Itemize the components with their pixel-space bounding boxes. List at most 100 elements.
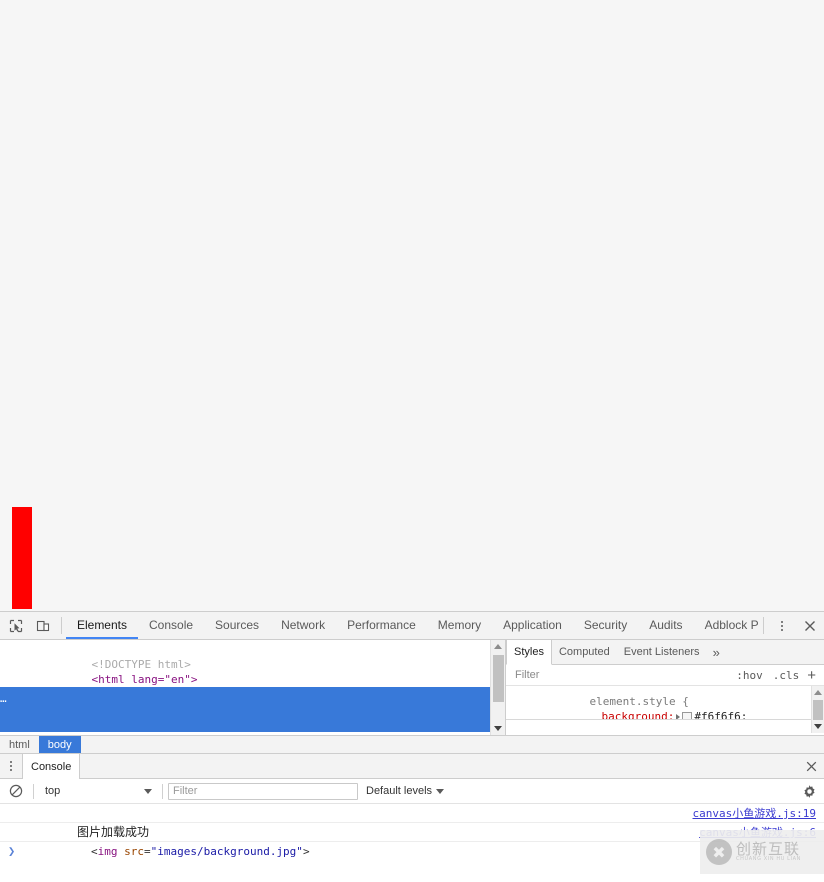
scrollbar-thumb[interactable]: [493, 655, 504, 702]
tab-security-label: Security: [583, 617, 628, 632]
console-prompt-caret-icon: ❯: [8, 844, 16, 858]
dom-line-doctype[interactable]: <!DOCTYPE html>: [0, 642, 505, 671]
breadcrumb-item-html[interactable]: html: [0, 736, 39, 753]
scroll-up-arrow-icon[interactable]: [494, 644, 502, 649]
elements-panel: <!DOCTYPE html> <html lang="en"> <head>……: [0, 640, 824, 735]
tab-application[interactable]: Application: [492, 612, 573, 639]
hov-toggle-button[interactable]: :hov: [731, 669, 768, 682]
kebab-menu-icon[interactable]: [768, 612, 796, 639]
tab-memory-label: Memory: [437, 617, 482, 632]
drawer-tab-bar: Console: [0, 754, 824, 779]
styles-filter-input[interactable]: [513, 668, 732, 682]
console-levels-select[interactable]: Default levels: [366, 785, 445, 797]
tab-sources-label: Sources: [215, 617, 260, 632]
tab-adblock-plus[interactable]: Adblock Plus: [694, 612, 759, 639]
tab-performance[interactable]: Performance: [336, 612, 427, 639]
tab-computed[interactable]: Computed: [552, 640, 617, 664]
cls-toggle-button[interactable]: .cls: [768, 669, 805, 682]
clear-console-icon[interactable]: [4, 784, 28, 798]
devtools-toolbar: Elements Console Sources Network Perform…: [0, 612, 824, 640]
tab-sources[interactable]: Sources: [204, 612, 270, 639]
console-levels-label: Default levels: [366, 785, 433, 797]
tab-performance-label: Performance: [347, 617, 416, 632]
tab-console-label: Console: [149, 617, 194, 632]
more-tabs-icon[interactable]: »: [707, 640, 726, 664]
chevron-down-icon-context: [144, 788, 152, 794]
add-style-rule-button[interactable]: +: [804, 668, 822, 683]
styles-scroll-up-arrow-icon[interactable]: [814, 690, 822, 695]
page-viewport: [0, 0, 824, 611]
console-filter-input[interactable]: [168, 782, 358, 800]
tab-security[interactable]: Security: [573, 612, 638, 639]
more-tabs-glyph: »: [712, 644, 720, 660]
console-toolbar-divider: [33, 783, 34, 799]
drawer-spacer: [80, 754, 798, 778]
tab-styles-label: Styles: [514, 646, 544, 658]
toolbar-divider: [60, 617, 62, 634]
dom-tree-pane[interactable]: <!DOCTYPE html> <html lang="en"> <head>……: [0, 640, 505, 735]
dom-line-html[interactable]: <html lang="en">: [0, 657, 505, 686]
style-rule-body-ua[interactable]: body { user agent stylesheet: [506, 719, 824, 733]
tab-computed-label: Computed: [558, 646, 610, 658]
close-glyph: [804, 620, 815, 631]
drawer-close-icon[interactable]: [798, 754, 824, 778]
tab-audits[interactable]: Audits: [638, 612, 693, 639]
drawer-close-glyph: [806, 761, 816, 771]
drawer-tab-console-label: Console: [31, 760, 72, 773]
device-toolbar-icon[interactable]: [30, 612, 57, 639]
tab-elements-label: Elements: [76, 617, 127, 632]
devtools-panel: Elements Console Sources Network Perform…: [0, 611, 824, 882]
inspect-element-icon[interactable]: [3, 612, 30, 639]
dom-line-body-open[interactable]: … <body style=": [0, 687, 505, 731]
dom-tree-lines: <!DOCTYPE html> <html lang="en"> <head>……: [0, 640, 505, 735]
styles-pane: Styles Computed Event Listeners » :hov .…: [505, 640, 824, 735]
tab-styles[interactable]: Styles: [506, 640, 552, 665]
dom-line-body-style[interactable]: background: #f6f6f6;: [0, 702, 505, 731]
close-icon[interactable]: [796, 612, 824, 639]
console-message-row[interactable]: <img src="images/background.jpg"> canvas…: [0, 823, 824, 858]
drawer-menu-icon[interactable]: [0, 754, 22, 778]
tab-console[interactable]: Console: [138, 612, 204, 639]
red-canvas-bar: [12, 507, 32, 609]
styles-filter-bar: :hov .cls +: [506, 665, 824, 686]
styles-rule-list: element.style { background:#f6f6f6; } bo…: [506, 686, 824, 733]
tab-application-label: Application: [503, 617, 562, 632]
drawer-tab-console[interactable]: Console: [22, 754, 81, 779]
tab-elements[interactable]: Elements: [65, 612, 138, 639]
console-context-select[interactable]: top: [39, 785, 157, 797]
gear-glyph: [803, 784, 815, 798]
dom-line-body-close[interactable]: ">…</body> == $0: [0, 717, 505, 735]
tab-adblock-plus-label: Adblock Plus: [704, 617, 759, 632]
toolbar-divider-right: [762, 617, 764, 634]
tab-network[interactable]: Network: [270, 612, 336, 639]
dom-tree-scrollbar[interactable]: [490, 640, 505, 735]
styles-tab-list: Styles Computed Event Listeners »: [506, 640, 824, 665]
breadcrumb-body-label: body: [47, 738, 72, 751]
tab-memory[interactable]: Memory: [427, 612, 492, 639]
console-toolbar-divider-2: [162, 783, 163, 799]
tab-network-label: Network: [281, 617, 326, 632]
breadcrumb-html-label: html: [9, 738, 30, 751]
scroll-down-arrow-icon[interactable]: [494, 726, 502, 731]
device-toolbar-glyph: [37, 620, 50, 631]
console-message-row[interactable]: 图片加载成功 canvas小鱼游戏.js:19: [0, 804, 824, 839]
style-rule-selector-element[interactable]: element.style {: [506, 686, 824, 708]
tab-event-listeners-label: Event Listeners: [623, 646, 700, 658]
dom-body-close-text: ">…</body> == $0: [91, 733, 204, 735]
breadcrumb-item-body[interactable]: body: [38, 736, 81, 753]
chevron-down-icon-levels: [436, 788, 445, 794]
inspect-element-glyph: [10, 619, 23, 632]
gear-icon[interactable]: [794, 784, 824, 799]
console-message-source-link[interactable]: canvas小鱼游戏.js:19: [693, 804, 816, 823]
console-context-value: top: [45, 785, 61, 797]
clear-console-glyph: [9, 784, 23, 798]
tab-audits-label: Audits: [649, 617, 683, 632]
dom-line-head[interactable]: <head>…</head>: [0, 672, 505, 701]
styles-scroll-down-arrow-icon[interactable]: [814, 724, 822, 729]
console-message-list: 图片加载成功 canvas小鱼游戏.js:19 <img src="images…: [0, 804, 824, 882]
style-selector-text: element.style {: [589, 695, 689, 708]
console-message-source-link[interactable]: canvas小鱼游戏.js:6: [699, 823, 816, 842]
tab-event-listeners[interactable]: Event Listeners: [617, 640, 707, 664]
styles-scrollbar-thumb[interactable]: [813, 700, 823, 720]
styles-scrollbar[interactable]: [811, 686, 824, 733]
